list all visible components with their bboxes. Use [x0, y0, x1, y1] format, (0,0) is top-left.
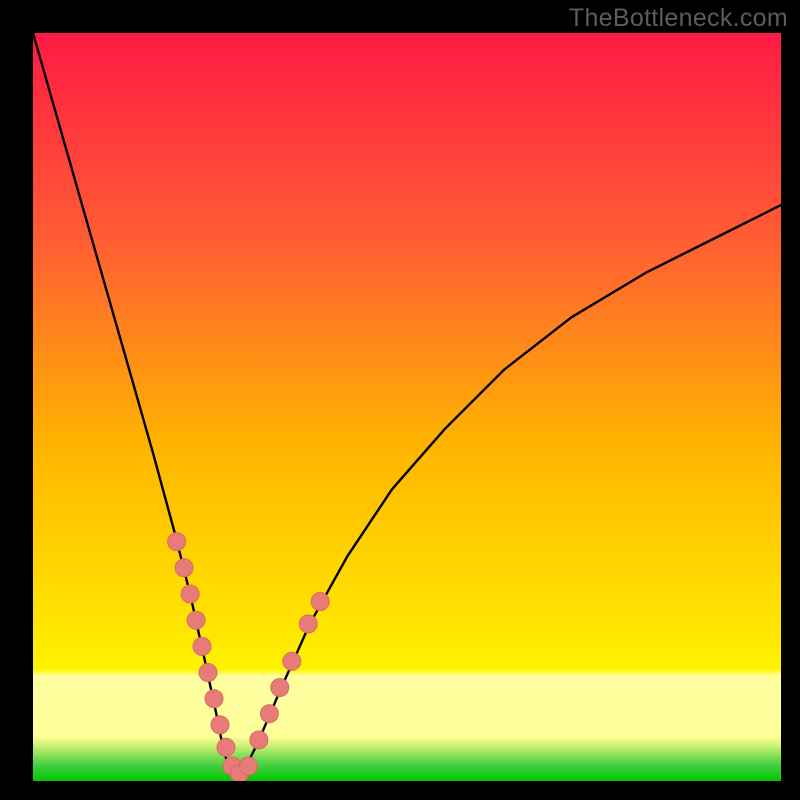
- highlight-dot: [193, 637, 211, 655]
- outer-frame: TheBottleneck.com: [0, 0, 800, 800]
- highlight-dot: [205, 690, 223, 708]
- highlight-dot: [211, 716, 229, 734]
- highlight-dot: [239, 757, 257, 775]
- highlight-dot: [175, 559, 193, 577]
- highlight-dot: [250, 731, 268, 749]
- highlight-dot: [168, 533, 186, 551]
- highlight-dot: [260, 705, 278, 723]
- chart-plot-area: [33, 33, 781, 781]
- highlight-dot: [217, 738, 235, 756]
- highlight-dot: [311, 593, 329, 611]
- chart-svg: [33, 33, 781, 781]
- highlight-dot: [199, 664, 217, 682]
- gradient-background: [33, 33, 781, 781]
- highlight-dot: [271, 679, 289, 697]
- highlight-dot: [299, 615, 317, 633]
- highlight-dot: [181, 585, 199, 603]
- watermark-text: TheBottleneck.com: [569, 4, 788, 33]
- highlight-dot: [187, 611, 205, 629]
- highlight-dot: [283, 652, 301, 670]
